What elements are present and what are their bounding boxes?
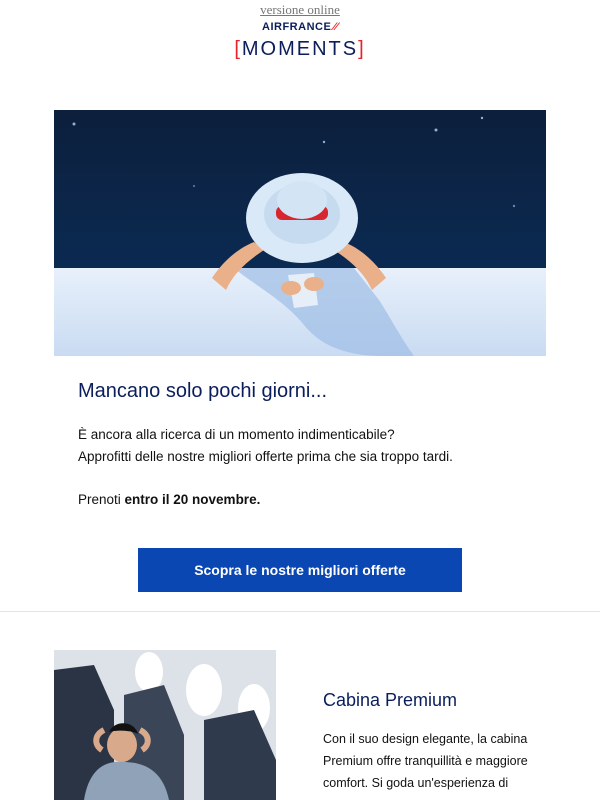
hero-image[interactable] — [54, 110, 546, 356]
section-divider — [0, 611, 600, 612]
discover-offers-button[interactable]: Scopra le nostre migliori offerte — [138, 548, 462, 592]
promo-line-1: È ancora alla ricerca di un momento indi… — [78, 427, 395, 442]
premium-cabin-image[interactable] — [54, 650, 276, 800]
promo-description: È ancora alla ricerca di un momento indi… — [78, 424, 538, 468]
airfrance-wordmark: AIRFRANCE ⁄⁄ — [262, 21, 338, 33]
cabin-premium-description: Con il suo design elegante, la cabina Pr… — [323, 732, 528, 790]
cabin-premium-title: Cabina Premium — [323, 690, 458, 710]
deadline-date: entro il 20 novembre. — [124, 492, 261, 507]
promo-headline: Mancano solo pochi giorni... — [78, 380, 328, 402]
booking-deadline: Prenoti entro il 20 novembre. — [78, 492, 261, 507]
airfrance-moments-logo[interactable]: AIRFRANCE ⁄⁄ [MOMENTS] — [225, 20, 375, 64]
online-version-link[interactable]: versione online — [0, 2, 600, 18]
moments-wordmark: [MOMENTS] — [234, 38, 366, 60]
promo-line-2: Approfitti delle nostre migliori offerte… — [78, 449, 453, 464]
